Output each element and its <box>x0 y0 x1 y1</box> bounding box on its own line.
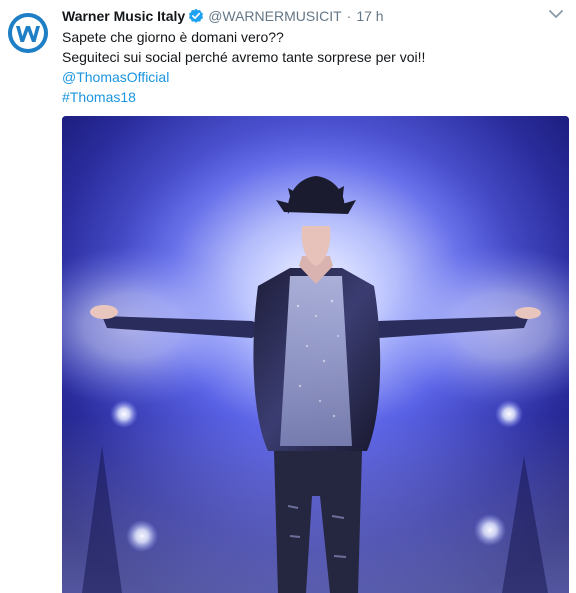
separator-dot: · <box>346 8 352 24</box>
tweet-text-line: Sapete che giorno è domani vero?? <box>62 29 284 45</box>
tweet-photo[interactable] <box>62 116 569 593</box>
concert-photo-image <box>62 116 569 593</box>
verified-badge-icon <box>188 8 204 24</box>
tweet-header: Warner Music Italy @WARNERMUSICIT · 17 h <box>62 7 384 25</box>
mention-link[interactable]: @ThomasOfficial <box>62 67 562 87</box>
avatar[interactable] <box>8 13 48 53</box>
tweet-text: Sapete che giorno è domani vero?? Seguit… <box>62 27 562 107</box>
timestamp[interactable]: 17 h <box>356 8 383 24</box>
warner-logo-icon <box>8 13 48 53</box>
tweet: Warner Music Italy @WARNERMUSICIT · 17 h… <box>0 0 576 593</box>
hashtag-link[interactable]: #Thomas18 <box>62 87 562 107</box>
tweet-text-line: Seguiteci sui social perché avremo tante… <box>62 49 426 65</box>
chevron-down-icon[interactable] <box>548 8 564 20</box>
author-handle[interactable]: @WARNERMUSICIT <box>208 8 341 24</box>
author-name[interactable]: Warner Music Italy <box>62 8 185 24</box>
